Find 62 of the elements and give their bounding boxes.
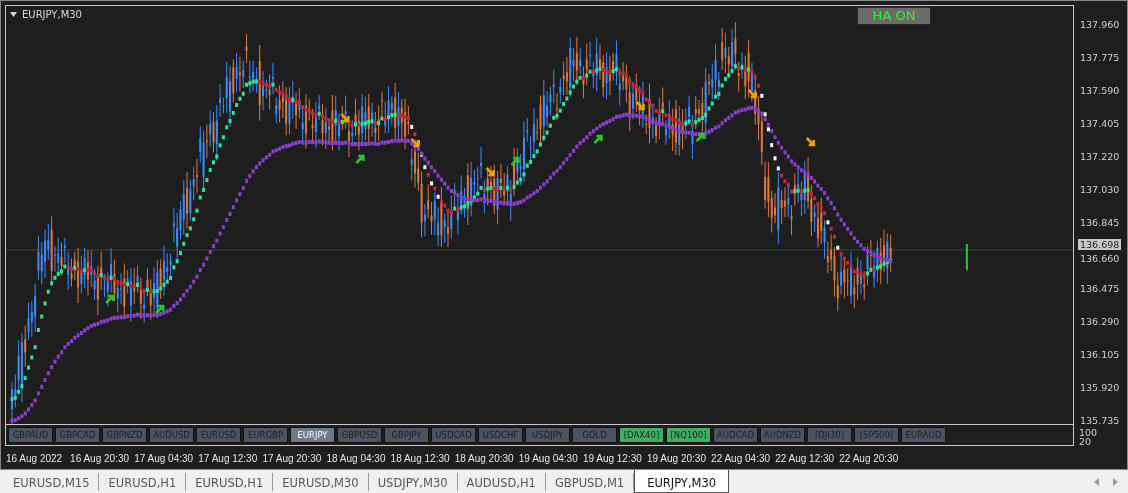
chart-tab[interactable]: USDJPY,M30 — [368, 473, 458, 491]
symbol-button[interactable]: AUDCAD — [713, 427, 758, 443]
symbol-button[interactable]: GOLD — [572, 427, 617, 443]
price-label: 136.845 — [1080, 216, 1120, 230]
price-label: 135.920 — [1080, 381, 1120, 395]
time-label: 19 Aug 20:30 — [647, 452, 706, 466]
scroll-left-icon[interactable] — [1094, 477, 1099, 486]
symbol-button[interactable]: GBPNZD — [102, 427, 147, 443]
time-label: 18 Aug 12:30 — [390, 452, 450, 466]
scroll-right-icon[interactable] — [1113, 477, 1118, 486]
scale-label: 100 — [1079, 428, 1098, 437]
time-label: 17 Aug 12:30 — [198, 452, 258, 466]
symbol-button[interactable]: GBPCAD — [55, 427, 100, 443]
time-label: 22 Aug 04:30 — [711, 452, 771, 466]
price-label: 137.775 — [1080, 51, 1120, 65]
current-price-label: 136.698 — [1078, 239, 1122, 250]
time-label: 19 Aug 12:30 — [582, 452, 642, 466]
price-label: 137.590 — [1080, 84, 1120, 98]
symbol-button[interactable]: [SP500] — [854, 427, 899, 443]
symbol-button[interactable]: GBPAUD — [8, 427, 53, 443]
symbol-button[interactable]: AUDUSD — [149, 427, 194, 443]
dropdown-icon[interactable] — [10, 12, 17, 17]
time-label: 17 Aug 04:30 — [134, 452, 194, 466]
price-label: 136.290 — [1080, 315, 1120, 329]
time-label: 22 Aug 20:30 — [839, 452, 899, 466]
ha-toggle-button[interactable]: HA ON — [857, 7, 931, 25]
time-label: 18 Aug 04:30 — [326, 452, 386, 466]
symbol-button[interactable]: EURGBP — [243, 427, 288, 443]
scale-label: 20 — [1079, 437, 1092, 446]
symbol-button[interactable]: [NQ100] — [666, 427, 711, 443]
chart-tab[interactable]: EURJPY,M30 — [634, 470, 730, 493]
price-label: 137.405 — [1080, 117, 1120, 131]
symbol-button[interactable]: USDCHF — [478, 427, 523, 443]
price-label: 136.105 — [1080, 348, 1120, 362]
price-label: 137.220 — [1080, 150, 1120, 164]
symbol-button[interactable]: USDJPY — [525, 427, 570, 443]
price-label: 137.030 — [1080, 183, 1120, 197]
chart-tab[interactable]: AUDUSD,H1 — [457, 473, 546, 491]
price-label: 136.660 — [1080, 252, 1120, 266]
symbol-button[interactable]: EURUSD — [196, 427, 241, 443]
price-label: 136.475 — [1080, 282, 1120, 296]
symbol-button[interactable]: GBPUSD — [337, 427, 382, 443]
price-label: 135.735 — [1080, 414, 1120, 428]
time-label: 18 Aug 20:30 — [454, 452, 514, 466]
symbol-button[interactable]: USDCAD — [431, 427, 476, 443]
price-label: 137.960 — [1080, 18, 1120, 32]
symbol-button[interactable]: AUDNZD — [760, 427, 805, 443]
symbol-button[interactable]: EURJPY — [290, 427, 335, 443]
chart-tab[interactable]: EURUSD,H1 — [186, 473, 274, 491]
time-label: 22 Aug 12:30 — [775, 452, 835, 466]
chart-title: EURJPY,M30 — [22, 8, 82, 22]
chart-tab[interactable]: EURUSD,H1 — [99, 473, 187, 491]
time-label: 16 Aug 2022 — [6, 452, 63, 466]
chart-tab[interactable]: EURUSD,M30 — [273, 473, 369, 491]
time-label: 16 Aug 20:30 — [70, 452, 130, 466]
symbol-button[interactable]: [DAX40] — [619, 427, 664, 443]
symbol-button[interactable]: EURAUD — [901, 427, 946, 443]
symbol-button[interactable]: [DJI30] — [807, 427, 852, 443]
time-label: 17 Aug 20:30 — [262, 452, 322, 466]
time-label: 19 Aug 04:30 — [518, 452, 578, 466]
chart-tab[interactable]: EURUSD,M15 — [4, 473, 100, 491]
symbol-button[interactable]: GBPJPY — [384, 427, 429, 443]
